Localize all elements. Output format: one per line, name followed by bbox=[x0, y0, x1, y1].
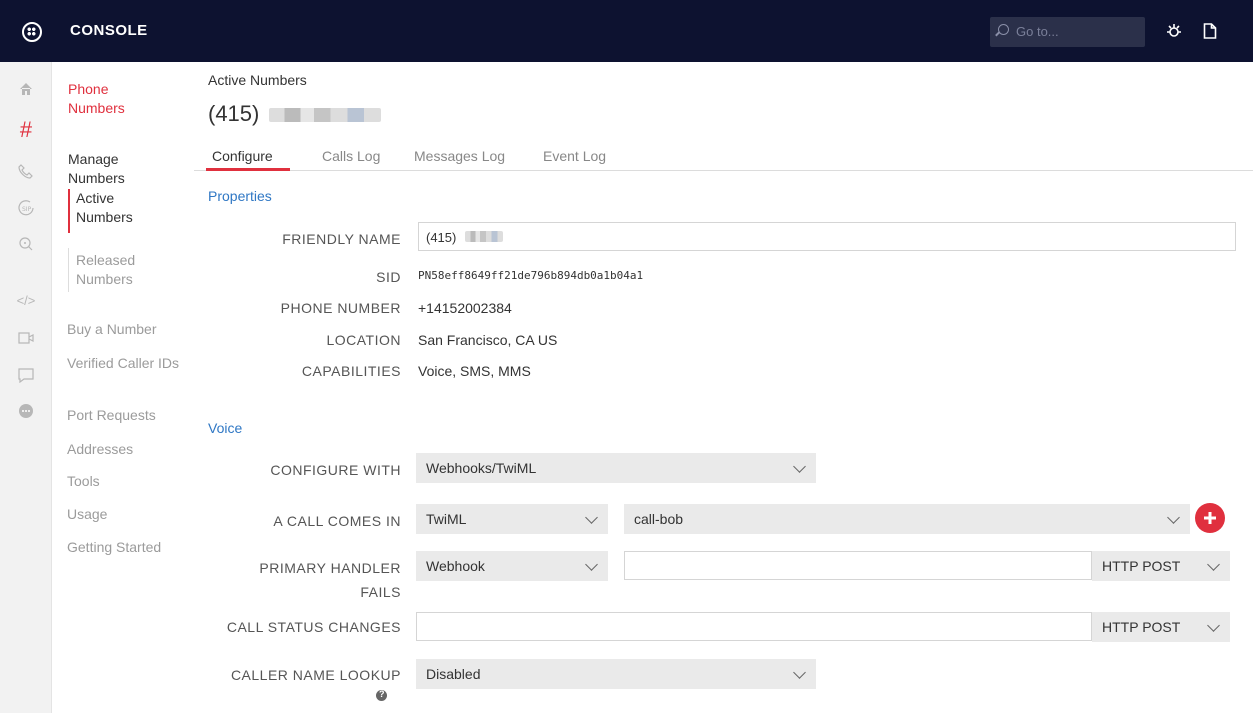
phone-number-value: +14152002384 bbox=[418, 300, 512, 316]
search-icon[interactable] bbox=[0, 236, 52, 256]
primary-fail-url-input[interactable] bbox=[624, 551, 1092, 580]
primary-fail-type-select[interactable]: Webhook bbox=[416, 551, 608, 581]
sidebar-item-port-requests[interactable]: Port Requests bbox=[67, 406, 187, 425]
submenu-divider bbox=[68, 248, 69, 292]
chevron-down-icon bbox=[1167, 511, 1180, 524]
console-title[interactable]: CONSOLE bbox=[70, 22, 148, 39]
sidebar-item-tools[interactable]: Tools bbox=[67, 472, 187, 491]
friendly-name-field[interactable]: (415) bbox=[418, 222, 1236, 251]
friendly-name-prefix: (415) bbox=[426, 230, 457, 245]
sidebar-item-buy-number[interactable]: Buy a Number bbox=[67, 320, 187, 339]
chevron-down-icon bbox=[585, 511, 598, 524]
location-label: LOCATION bbox=[326, 332, 401, 348]
page-title-prefix: (415) bbox=[208, 101, 260, 126]
code-icon[interactable]: </> bbox=[0, 293, 52, 308]
primary-handler-label-line2: FAILS bbox=[360, 584, 401, 600]
call-target-value: call-bob bbox=[634, 511, 684, 527]
plus-icon bbox=[1204, 512, 1216, 524]
sidebar-item-getting-started[interactable]: Getting Started bbox=[67, 538, 192, 557]
primary-method-select[interactable]: HTTP POST bbox=[1092, 551, 1230, 581]
page-title: (415) bbox=[208, 101, 382, 127]
caller-name-lookup-select[interactable]: Disabled bbox=[416, 659, 816, 689]
sidebar-item-phone-numbers[interactable]: Phone Numbers bbox=[68, 80, 158, 118]
twilio-logo-icon[interactable] bbox=[22, 22, 42, 42]
help-icon[interactable]: ? bbox=[376, 689, 387, 701]
redacted-number bbox=[269, 108, 382, 123]
main-content: Active Numbers (415) Configure Calls Log… bbox=[194, 62, 1253, 713]
chevron-down-icon bbox=[793, 666, 806, 679]
tab-event-log[interactable]: Event Log bbox=[543, 148, 606, 164]
configure-with-select[interactable]: Webhooks/TwiML bbox=[416, 453, 816, 483]
configure-with-value: Webhooks/TwiML bbox=[426, 460, 537, 476]
primary-handler-fails-label: PRIMARY HANDLER FAILS bbox=[194, 556, 401, 604]
sidebar-item-addresses[interactable]: Addresses bbox=[67, 440, 187, 459]
caller-name-lookup-value: Disabled bbox=[426, 666, 481, 682]
status-method-select[interactable]: HTTP POST bbox=[1092, 612, 1230, 642]
tab-configure[interactable]: Configure bbox=[212, 148, 273, 164]
search-input[interactable]: Go to... bbox=[990, 17, 1145, 47]
caller-name-lookup-label: CALLER NAME LOOKUP bbox=[230, 667, 401, 683]
sidebar-item-usage[interactable]: Usage bbox=[67, 505, 187, 524]
primary-handler-label-line1: PRIMARY HANDLER bbox=[259, 560, 401, 576]
top-bar: CONSOLE Go to... bbox=[0, 0, 1253, 62]
chevron-down-icon bbox=[1207, 619, 1220, 632]
sidebar-nav: Phone Numbers Manage Numbers Active Numb… bbox=[52, 62, 194, 713]
chevron-down-icon bbox=[585, 558, 598, 571]
location-value: San Francisco, CA US bbox=[418, 332, 558, 348]
call-type-value: TwiML bbox=[426, 511, 467, 527]
friendly-name-label: FRIENDLY NAME bbox=[282, 231, 401, 247]
status-method-value: HTTP POST bbox=[1102, 619, 1181, 635]
properties-heading: Properties bbox=[208, 188, 272, 204]
search-icon bbox=[998, 24, 1009, 35]
tab-messages-log[interactable]: Messages Log bbox=[414, 148, 505, 164]
debugger-icon[interactable] bbox=[1166, 23, 1182, 43]
hash-icon[interactable]: # bbox=[0, 117, 52, 143]
call-target-select[interactable]: call-bob bbox=[624, 504, 1190, 534]
chevron-down-icon bbox=[793, 460, 806, 473]
primary-fail-type-value: Webhook bbox=[426, 558, 485, 574]
call-type-select[interactable]: TwiML bbox=[416, 504, 608, 534]
sid-value: PN58eff8649ff21de796b894db0a1b04a1 bbox=[418, 269, 644, 282]
sid-label: SID bbox=[376, 269, 401, 285]
breadcrumb[interactable]: Active Numbers bbox=[208, 72, 307, 88]
sidebar-item-active-numbers[interactable]: Active Numbers bbox=[76, 189, 156, 227]
active-indicator bbox=[68, 189, 70, 233]
sidebar-item-released-numbers[interactable]: Released Numbers bbox=[76, 251, 156, 289]
capabilities-value: Voice, SMS, MMS bbox=[418, 363, 531, 379]
tabs-divider bbox=[194, 170, 1253, 171]
video-icon[interactable] bbox=[0, 331, 52, 349]
tab-active-underline bbox=[206, 168, 290, 171]
configure-with-label: CONFIGURE WITH bbox=[270, 462, 401, 478]
primary-method-value: HTTP POST bbox=[1102, 558, 1181, 574]
home-icon[interactable] bbox=[0, 82, 52, 100]
product-rail: # SIP </> bbox=[0, 62, 52, 713]
call-comes-in-label: A CALL COMES IN bbox=[273, 513, 401, 529]
search-placeholder: Go to... bbox=[1016, 24, 1059, 39]
phone-icon[interactable] bbox=[0, 163, 52, 183]
sidebar-item-manage-numbers[interactable]: Manage Numbers bbox=[68, 150, 158, 188]
tab-calls-log[interactable]: Calls Log bbox=[322, 148, 380, 164]
status-callback-url-input[interactable] bbox=[416, 612, 1092, 641]
more-icon[interactable] bbox=[0, 403, 52, 423]
chat-icon[interactable] bbox=[0, 367, 52, 387]
phone-number-label: PHONE NUMBER bbox=[280, 300, 401, 316]
sidebar-item-verified-caller-ids[interactable]: Verified Caller IDs bbox=[67, 354, 182, 373]
sip-icon[interactable]: SIP bbox=[0, 199, 52, 221]
voice-heading: Voice bbox=[208, 420, 243, 436]
redacted-friendly-name bbox=[465, 231, 503, 242]
svg-text:SIP: SIP bbox=[22, 206, 32, 213]
add-function-button[interactable] bbox=[1195, 503, 1225, 533]
capabilities-label: CAPABILITIES bbox=[301, 363, 401, 379]
docs-icon[interactable] bbox=[1203, 23, 1217, 43]
chevron-down-icon bbox=[1207, 558, 1220, 571]
call-status-label: CALL STATUS CHANGES bbox=[226, 619, 401, 635]
